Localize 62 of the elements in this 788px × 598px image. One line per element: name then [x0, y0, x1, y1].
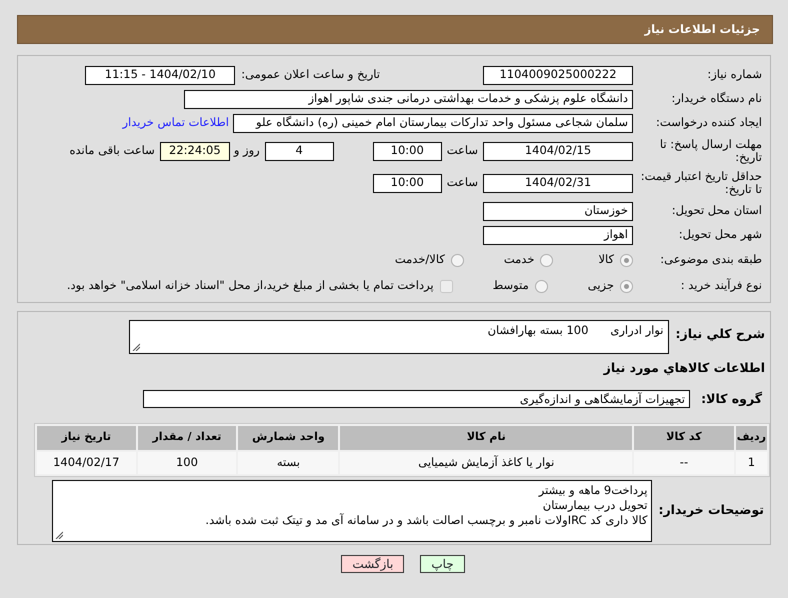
field-label: روز و [234, 142, 260, 160]
radio-button[interactable] [620, 254, 633, 266]
print-button[interactable]: چاپ [420, 554, 465, 572]
option-label: کالا/خدمت [394, 251, 445, 268]
text-field[interactable]: 10:00 [372, 142, 442, 160]
page-title: جزئیات اطلاعات نیاز [17, 15, 773, 44]
field-label: طبقه بندی موضوعی: [659, 253, 763, 267]
back-button[interactable]: بازگشت [341, 554, 404, 572]
text-field[interactable]: 10:00 [372, 174, 442, 192]
column-header: کد کالا [634, 426, 734, 450]
text-field[interactable]: 1404/02/31 [483, 174, 633, 192]
table-cell: 1404/02/17 [37, 452, 136, 474]
contact-link[interactable]: اطلاعات تماس خریدار [122, 114, 229, 132]
radio-button[interactable] [534, 280, 548, 292]
resize-grip-icon[interactable] [55, 530, 64, 538]
column-header: تعداد / مقدار [138, 426, 236, 450]
field-label: استان محل تحویل: [670, 204, 763, 218]
text-field[interactable]: خوزستان [483, 202, 633, 220]
field-label: نوع فرآیند خرید : [680, 279, 763, 293]
text-field[interactable]: 1404/02/15 [483, 142, 633, 160]
radio-button[interactable] [450, 254, 464, 266]
field-label: گروه کالا: [700, 390, 763, 408]
text-field[interactable]: تجهیزات آزمایشگاهی و اندازه‌گیری [143, 390, 690, 408]
option-label: متوسط [492, 277, 529, 294]
table-cell: 1 [736, 452, 767, 474]
table-cell: نوار یا کاغذ آزمایش شیمیایی [340, 452, 632, 474]
section-heading: اطلاعات کالاهاي مورد نياز [604, 359, 766, 377]
table-cell: -- [634, 452, 734, 474]
text-field[interactable]: 4 [264, 142, 334, 160]
column-header: تاریخ نیاز [37, 426, 136, 450]
text-field[interactable]: 1404/02/10 - 11:15 [85, 66, 236, 84]
text-field[interactable]: 22:24:05 [160, 142, 230, 160]
column-header: نام کالا [340, 426, 632, 450]
field-label: ایجاد کننده درخواست: [655, 116, 763, 130]
field-label: ساعت [446, 174, 478, 192]
text-field[interactable]: سلمان شجاعی مسئول واحد تدارکات بیمارستان امام خمینی (ره) دانشگاه علو [233, 114, 633, 132]
resize-grip-icon[interactable] [132, 343, 140, 351]
table-cell: بسته [238, 452, 338, 474]
option-label: خدمت [504, 251, 534, 268]
text-field[interactable]: 1104009025000222 [483, 66, 633, 84]
option-label: پرداخت تمام یا بخشی از مبلغ خرید،از محل "اسناد خزانه اسلامی" خواهد بود. [66, 277, 434, 294]
field-label: ساعت [446, 142, 478, 160]
field-label: تاریخ و ساعت اعلان عمومی: [241, 66, 380, 84]
field-label: شماره نیاز: [706, 68, 763, 82]
column-header: ردیف [736, 426, 767, 450]
text-field[interactable]: دانشگاه علوم پزشکی و خدمات بهداشتی درمانی جندی شاپور اهواز [184, 90, 633, 108]
section-label: شرح کلي نياز: [674, 325, 766, 343]
notes-field[interactable]: پرداخت9 ماهه و بیشتر تحویل درب بیمارستان کالا داری کد IRCولات نامبر و برچسب اصالت باشد و در سامانه آی مد و تیتک ثبت شده باشد. [52, 480, 652, 542]
field-label: مهلت ارسال پاسخ: تا تاریخ: [658, 138, 763, 164]
radio-button[interactable] [540, 254, 554, 266]
table-cell: 100 [138, 452, 236, 474]
option-label: جزیی [588, 277, 614, 294]
field-label: شهر محل تحویل: [678, 228, 763, 242]
option-label: کالا [598, 251, 614, 268]
field-label: حداقل تاریخ اعتبار قیمت: تا تاریخ: [640, 170, 763, 196]
radio-button[interactable] [620, 280, 633, 292]
description-field[interactable]: نوار ادراری 100 بسته بهارافشان [128, 320, 669, 354]
text-field[interactable]: اهواز [483, 226, 633, 244]
field-label: توضیحات خریدار: [657, 501, 765, 520]
field-label: ساعت باقی مانده [70, 142, 155, 160]
field-label: نام دستگاه خریدار: [670, 92, 763, 106]
column-header: واحد شمارش [238, 426, 338, 450]
